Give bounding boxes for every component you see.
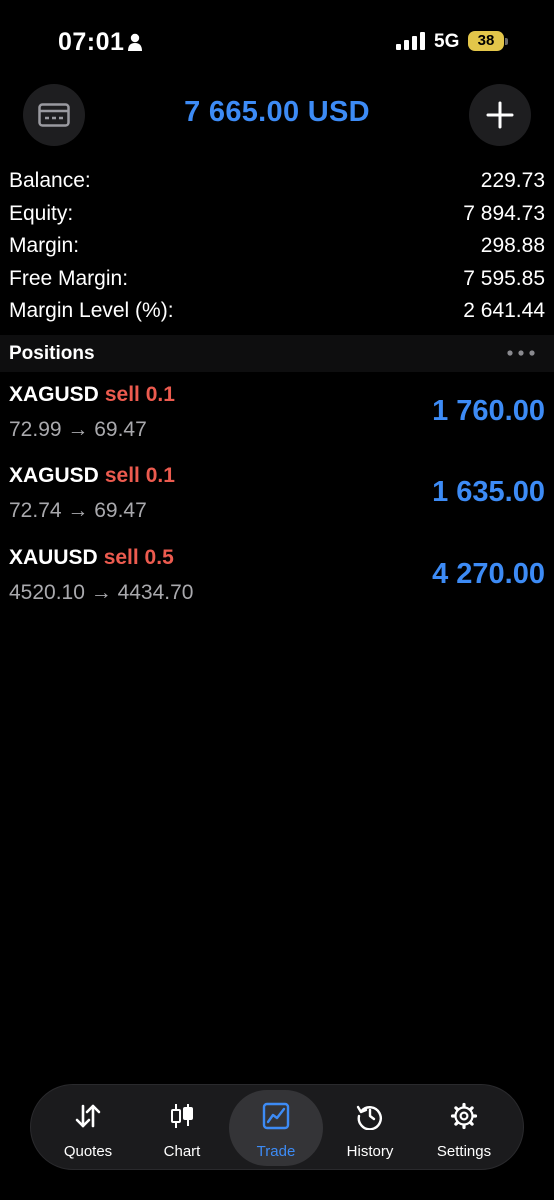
tab-bar: Quotes Chart Trade History Settings xyxy=(30,1084,524,1170)
status-bar: 07:01 5G 38 xyxy=(0,0,554,80)
free-margin-row: Free Margin: 7 595.85 xyxy=(0,264,554,297)
balance-label: Balance: xyxy=(9,169,91,192)
position-prices: 4520.10 → 4434.70 xyxy=(9,581,194,604)
balance-value: 229.73 xyxy=(480,169,545,192)
trade-screen: 07:01 5G 38 7 665.00 USD Balance: 229.73… xyxy=(0,0,554,1200)
account-summary: Balance: 229.73 Equity: 7 894.73 Margin:… xyxy=(0,166,554,329)
position-profit: 1 760.00 xyxy=(432,395,545,427)
tab-label: Chart xyxy=(163,1143,201,1160)
free-margin-value: 7 595.85 xyxy=(463,266,545,290)
positions-header: Positions xyxy=(0,335,554,372)
position-side: sell 0.5 xyxy=(103,546,174,569)
balance-row: Balance: 229.73 xyxy=(0,166,554,199)
tab-label: Trade xyxy=(256,1143,296,1160)
tab-label: Quotes xyxy=(63,1143,113,1160)
network-type: 5G xyxy=(434,31,460,52)
position-symbol: XAGUSD xyxy=(9,464,99,487)
position-symbol: XAUUSD xyxy=(9,546,98,569)
tab-settings[interactable]: Settings xyxy=(417,1090,511,1166)
margin-level-label: Margin Level (%): xyxy=(9,299,174,322)
position-side: sell 0.1 xyxy=(104,464,175,487)
position-row[interactable]: XAUUSD sell 0.5 4520.10 → 4434.70 4 270.0… xyxy=(0,546,554,626)
signal-icon xyxy=(396,32,425,50)
position-profit: 1 635.00 xyxy=(432,476,545,508)
tab-label: History xyxy=(346,1143,394,1160)
free-margin-label: Free Margin: xyxy=(9,266,129,290)
more-icon[interactable] xyxy=(506,349,536,357)
margin-label: Margin: xyxy=(9,234,80,257)
margin-row: Margin: 298.88 xyxy=(0,231,554,264)
position-prices: 72.99 → 69.47 xyxy=(9,418,147,441)
quotes-icon xyxy=(75,1104,101,1128)
equity-row: Equity: 7 894.73 xyxy=(0,199,554,232)
equity-title: 7 665.00 USD xyxy=(184,96,370,128)
equity-label: Equity: xyxy=(9,201,74,225)
tab-history[interactable]: History xyxy=(323,1090,417,1166)
card-icon xyxy=(38,103,70,127)
tab-trade[interactable]: Trade xyxy=(229,1090,323,1166)
trade-icon xyxy=(262,1102,290,1130)
tab-label: Settings xyxy=(436,1143,492,1160)
margin-level-value: 2 641.44 xyxy=(463,299,545,322)
candlestick-icon xyxy=(171,1104,193,1128)
status-time: 07:01 xyxy=(58,28,125,56)
position-profit: 4 270.00 xyxy=(432,558,545,590)
account-card-button[interactable] xyxy=(23,84,85,146)
battery-level: 38 xyxy=(477,32,495,49)
margin-value: 298.88 xyxy=(480,234,545,257)
position-prices: 72.74 → 69.47 xyxy=(9,499,147,522)
settings-gear-icon xyxy=(450,1102,478,1130)
position-row[interactable]: XAGUSD sell 0.1 72.99 → 69.47 1 760.00 xyxy=(0,383,554,463)
equity-value: 7 894.73 xyxy=(463,201,545,225)
position-side: sell 0.1 xyxy=(104,383,175,406)
position-symbol: XAGUSD xyxy=(9,383,99,406)
position-row[interactable]: XAGUSD sell 0.1 72.74 → 69.47 1 635.00 xyxy=(0,464,554,544)
history-icon xyxy=(356,1105,382,1130)
tab-chart[interactable]: Chart xyxy=(135,1090,229,1166)
tab-quotes[interactable]: Quotes xyxy=(41,1090,135,1166)
new-order-button[interactable] xyxy=(469,84,531,146)
positions-title: Positions xyxy=(9,343,95,364)
person-icon xyxy=(128,33,142,51)
plus-icon xyxy=(486,101,514,129)
battery-icon: 38 xyxy=(468,30,508,52)
margin-level-row: Margin Level (%): 2 641.44 xyxy=(0,296,554,329)
